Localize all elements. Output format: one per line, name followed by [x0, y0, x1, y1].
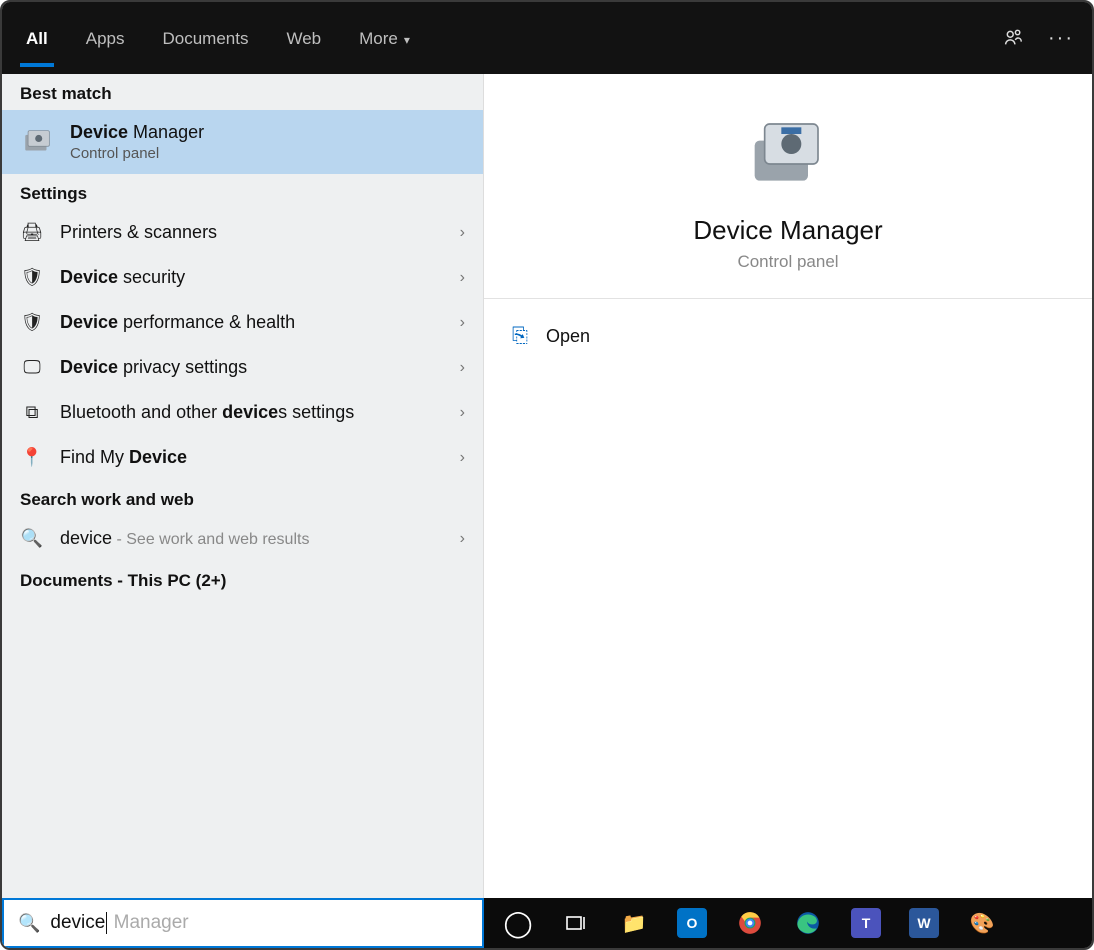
bluetooth-icon: ⧉	[20, 402, 44, 423]
taskbar-chrome[interactable]	[730, 903, 770, 943]
location-icon: 📍	[20, 447, 44, 468]
settings-item-label: Printers & scanners	[60, 222, 444, 243]
web-search-item[interactable]: 🔍 device - See work and web results ›	[2, 516, 483, 561]
tab-documents[interactable]: Documents	[156, 9, 254, 67]
web-header: Search work and web	[2, 480, 483, 516]
documents-header: Documents - This PC (2+)	[2, 561, 483, 597]
settings-item-device-privacy[interactable]: 🖵 Device privacy settings ›	[2, 345, 483, 390]
chevron-right-icon: ›	[460, 314, 465, 332]
best-match-subtitle: Control panel	[70, 145, 204, 162]
taskbar-word[interactable]: W	[904, 903, 944, 943]
best-match-title: Device Manager	[70, 122, 204, 143]
shield-icon: 🛡	[20, 312, 44, 333]
chevron-right-icon: ›	[460, 404, 465, 422]
taskbar: ◯ 📁 O T W 🎨	[484, 898, 1092, 948]
settings-item-find-my-device[interactable]: 📍 Find My Device ›	[2, 435, 483, 480]
search-icon: 🔍	[18, 913, 40, 934]
preview-panel: Device Manager Control panel ⎘ Open	[484, 74, 1092, 898]
search-autocomplete-hint: Manager	[108, 912, 188, 933]
taskbar-explorer[interactable]: 📁	[614, 903, 654, 943]
settings-item-device-performance[interactable]: 🛡 Device performance & health ›	[2, 300, 483, 345]
printer-icon: 🖨	[20, 222, 44, 243]
best-match-header: Best match	[2, 74, 483, 110]
chevron-right-icon: ›	[460, 269, 465, 287]
best-match-item[interactable]: Device Manager Control panel	[2, 110, 483, 174]
settings-header: Settings	[2, 174, 483, 210]
preview-app-icon	[743, 114, 833, 194]
taskbar-teams[interactable]: T	[846, 903, 886, 943]
settings-item-device-security[interactable]: 🛡 Device security ›	[2, 255, 483, 300]
more-options-icon[interactable]: ···	[1048, 27, 1074, 50]
feedback-icon[interactable]	[1002, 27, 1024, 49]
taskbar-taskview[interactable]	[556, 903, 596, 943]
tab-all[interactable]: All	[20, 9, 54, 67]
device-manager-icon	[20, 124, 56, 160]
search-box[interactable]: 🔍 device Manager	[2, 898, 484, 948]
chevron-right-icon: ›	[460, 530, 465, 548]
tab-web[interactable]: Web	[280, 9, 327, 67]
taskbar-paint[interactable]: 🎨	[962, 903, 1002, 943]
settings-item-label: Bluetooth and other devices settings	[60, 402, 444, 423]
action-label: Open	[546, 326, 590, 347]
chevron-right-icon: ›	[460, 224, 465, 242]
privacy-icon: 🖵	[20, 357, 44, 378]
settings-item-printers[interactable]: 🖨 Printers & scanners ›	[2, 210, 483, 255]
tab-more[interactable]: More▾	[353, 9, 416, 67]
search-filter-bar: All Apps Documents Web More▾ ···	[2, 2, 1092, 74]
open-icon: ⎘	[512, 325, 528, 348]
search-typed-text: device	[50, 912, 105, 933]
web-search-label: device - See work and web results	[60, 528, 444, 549]
settings-item-label: Device privacy settings	[60, 357, 444, 378]
action-open[interactable]: ⎘ Open	[512, 315, 1064, 358]
tab-apps[interactable]: Apps	[80, 9, 131, 67]
preview-subtitle: Control panel	[504, 252, 1072, 272]
filter-tabs: All Apps Documents Web More▾	[20, 2, 416, 74]
settings-item-label: Device performance & health	[60, 312, 444, 333]
settings-item-label: Find My Device	[60, 447, 444, 468]
chevron-down-icon: ▾	[404, 33, 410, 47]
results-panel: Best match Device Manager Control panel …	[2, 74, 484, 898]
taskbar-outlook[interactable]: O	[672, 903, 712, 943]
settings-item-bluetooth[interactable]: ⧉ Bluetooth and other devices settings ›	[2, 390, 483, 435]
chevron-right-icon: ›	[460, 359, 465, 377]
shield-icon: 🛡	[20, 267, 44, 288]
taskbar-cortana[interactable]: ◯	[498, 903, 538, 943]
preview-title: Device Manager	[504, 215, 1072, 246]
chevron-right-icon: ›	[460, 449, 465, 467]
text-cursor	[106, 912, 107, 934]
settings-item-label: Device security	[60, 267, 444, 288]
taskbar-edge[interactable]	[788, 903, 828, 943]
search-icon: 🔍	[20, 528, 44, 549]
